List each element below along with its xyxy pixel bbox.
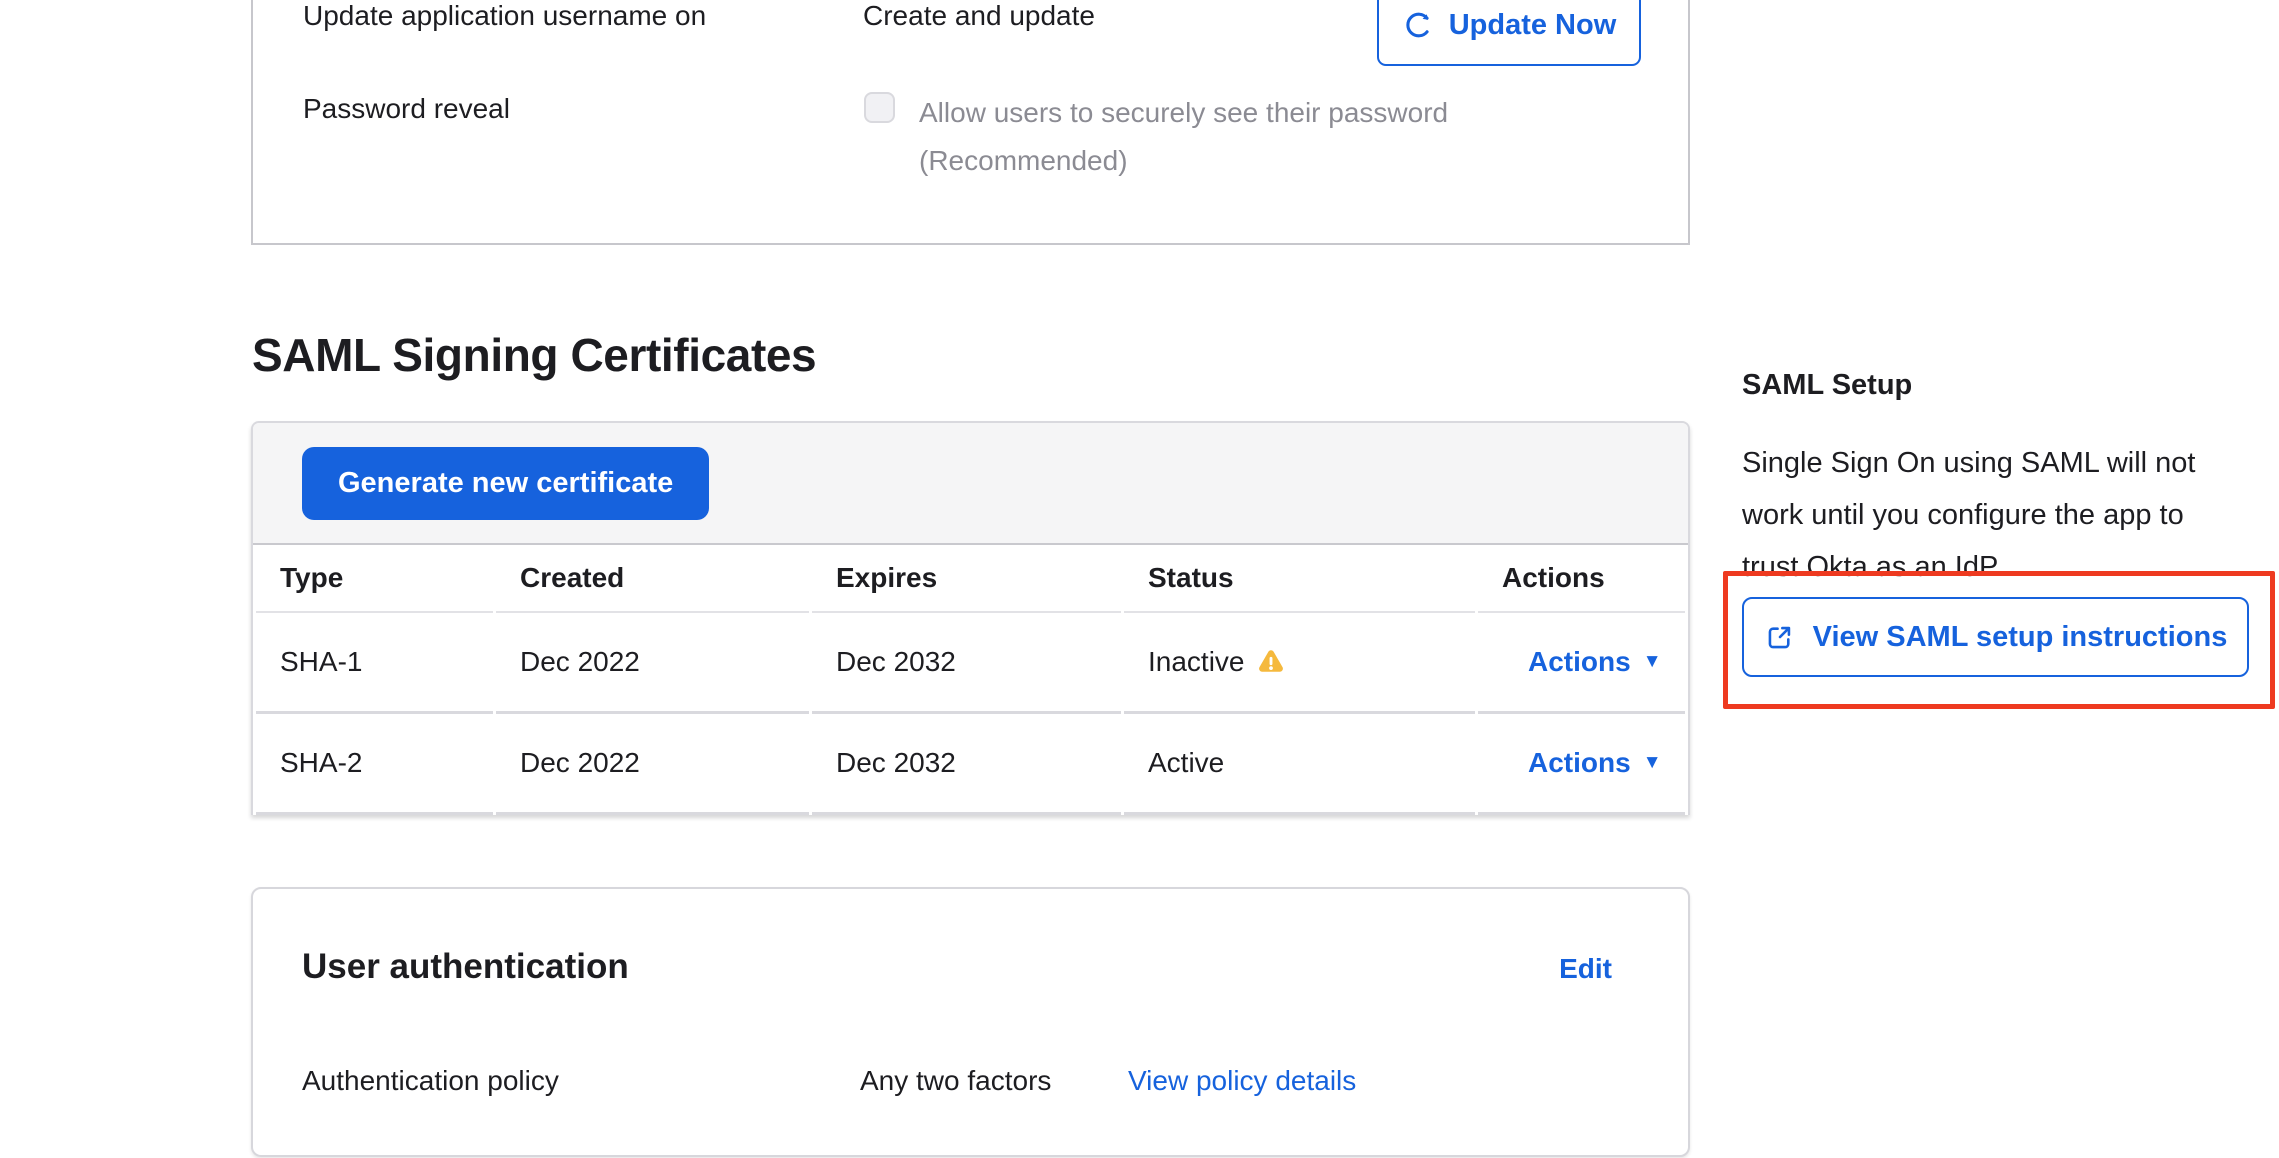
user-authentication-title: User authentication (302, 947, 629, 987)
certificate-row: SHA-1Dec 2022Dec 2032 Inactive Actions▼ (256, 613, 1685, 714)
update-username-label: Update application username on (303, 0, 706, 32)
view-policy-details-link[interactable]: View policy details (1128, 1065, 1356, 1097)
saml-settings-page: Update application username on Create an… (0, 0, 2279, 1158)
column-header-type: Type (256, 545, 493, 613)
sign-on-settings-panel: Update application username on Create an… (251, 0, 1690, 245)
cert-actions-cell: Actions▼ (1478, 613, 1685, 714)
certificate-status-text: Active (1148, 747, 1224, 779)
cert-status-cell: Inactive (1124, 613, 1475, 714)
password-reveal-label: Password reveal (303, 93, 510, 125)
cert-created-cell: Dec 2022 (496, 613, 809, 714)
update-now-label: Update Now (1449, 9, 1617, 42)
user-authentication-panel: User authentication Edit Authentication … (251, 887, 1690, 1157)
certificate-actions-dropdown[interactable]: Actions▼ (1528, 646, 1662, 678)
view-saml-setup-instructions-label: View SAML setup instructions (1813, 621, 2228, 654)
refresh-icon (1402, 9, 1434, 41)
cert-actions-cell: Actions▼ (1478, 714, 1685, 815)
page-title: SAML Signing Certificates (252, 328, 816, 382)
cert-type-cell: SHA-1 (256, 613, 493, 714)
certificates-toolbar: Generate new certificate (253, 423, 1688, 545)
password-reveal-checkbox[interactable] (864, 92, 895, 123)
caret-down-icon: ▼ (1643, 752, 1662, 774)
view-saml-setup-instructions-button[interactable]: View SAML setup instructions (1742, 597, 2249, 677)
update-now-button[interactable]: Update Now (1377, 0, 1641, 66)
cert-status-cell: Active (1124, 714, 1475, 815)
caret-down-icon: ▼ (1643, 651, 1662, 673)
update-username-value: Create and update (863, 0, 1095, 32)
authentication-policy-label: Authentication policy (302, 1065, 559, 1097)
column-header-created: Created (496, 545, 809, 613)
cert-type-cell: SHA-2 (256, 714, 493, 815)
warning-icon (1256, 647, 1286, 677)
password-reveal-description: Allow users to securely see their passwo… (919, 89, 1448, 185)
certificate-status-text: Inactive (1148, 646, 1245, 678)
saml-certificates-panel: Generate new certificate Type Created Ex… (251, 421, 1690, 815)
certificates-table-header: Type Created Expires Status Actions (256, 545, 1685, 613)
saml-setup-description: Single Sign On using SAML will notwork u… (1742, 437, 2196, 593)
cert-expires-cell: Dec 2032 (812, 613, 1121, 714)
cert-expires-cell: Dec 2032 (812, 714, 1121, 815)
certificate-row: SHA-2Dec 2022Dec 2032 Active Actions▼ (256, 714, 1685, 815)
cert-table-body: SHA-1Dec 2022Dec 2032InactiveActions▼SHA… (256, 613, 1685, 815)
certificates-table: Type Created Expires Status Actions SHA-… (253, 545, 1688, 815)
cert-created-cell: Dec 2022 (496, 714, 809, 815)
column-header-status: Status (1124, 545, 1475, 613)
column-header-expires: Expires (812, 545, 1121, 613)
edit-authentication-link[interactable]: Edit (1559, 953, 1612, 985)
external-link-icon (1764, 622, 1795, 653)
saml-setup-title: SAML Setup (1742, 369, 1912, 402)
generate-certificate-button[interactable]: Generate new certificate (302, 447, 709, 520)
authentication-policy-value: Any two factors (860, 1065, 1051, 1097)
certificate-actions-dropdown[interactable]: Actions▼ (1528, 747, 1662, 779)
column-header-actions: Actions (1478, 545, 1685, 613)
